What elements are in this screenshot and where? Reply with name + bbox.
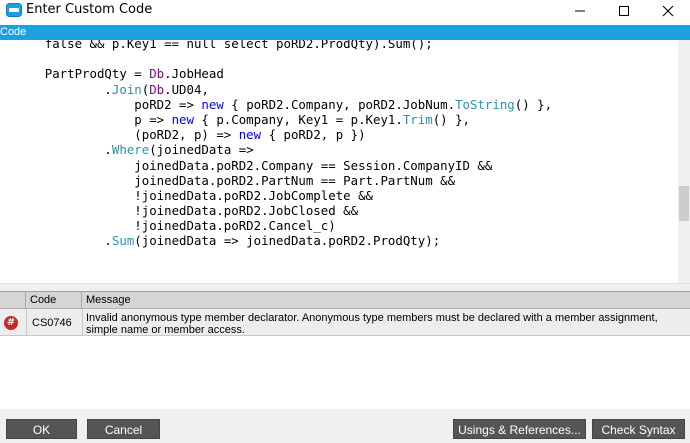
code-token: () }, [514,96,553,112]
code-token: { p.Company, Key1 = p.Key1. [193,111,403,127]
code-editor[interactable]: false && p.Key1 == null select poRD2.Pro… [0,40,678,283]
column-header-message[interactable]: Message [82,292,690,309]
vertical-scrollbar-thumb[interactable] [679,186,689,221]
code-token: ToString [455,96,515,112]
code-token: new [238,127,262,143]
error-hash-icon: # [4,316,18,330]
code-line[interactable]: false && p.Key1 == null select poRD2.Pro… [0,40,552,51]
usings-references-button[interactable]: Usings & References... [453,419,586,439]
code-token: new [201,96,224,112]
code-panel-header: Code [0,25,690,40]
error-row[interactable]: # CS0746 Invalid anonymous type member d… [0,309,690,336]
error-list-header: Code Message [0,292,690,309]
ok-button[interactable]: OK [6,419,77,439]
title-bar: Enter Custom Code [0,0,690,22]
code-token: Db [149,81,165,97]
code-line[interactable]: !joinedData.poRD2.JobClosed && [0,203,552,218]
minimize-icon [575,10,585,12]
column-divider [82,309,83,336]
code-token: Where [111,142,150,158]
error-list: Code Message # CS0746 Invalid anonymous … [0,291,690,409]
minimize-button[interactable] [560,0,600,22]
code-token: !joinedData.poRD2.JobComplete && [0,187,373,203]
code-token: (joinedData => [149,142,254,158]
code-token: false && p.Key1 == null select poRD2.Pro… [44,40,433,51]
code-lines[interactable]: false && p.Key1 == null select poRD2.Pro… [0,40,552,249]
code-token: (joinedData => joinedData.poRD2.ProdQty)… [134,233,441,249]
code-token: . [0,81,112,97]
code-token: () }, [432,111,470,127]
dialog-footer: OK Cancel Usings & References... Check S… [0,409,690,443]
code-line[interactable]: joinedData.poRD2.PartNum == Part.PartNum… [0,173,552,188]
code-token: !joinedData.poRD2.JobClosed && [0,203,359,219]
code-line[interactable]: (poRD2, p) => new { poRD2, p }) [0,127,552,142]
code-line[interactable]: p => new { p.Company, Key1 = p.Key1.Trim… [0,112,552,127]
code-line[interactable]: .Where(joinedData => [0,142,552,157]
error-message: Invalid anonymous type member declarator… [86,312,658,336]
code-line[interactable]: PartProdQty = Db.JobHead [0,66,552,81]
code-token: Join [111,81,142,97]
code-line[interactable]: joinedData.poRD2.Company == Session.Comp… [0,158,552,173]
error-code: CS0746 [32,317,72,329]
vertical-scrollbar[interactable] [678,40,690,283]
code-token: Db [149,66,165,82]
close-button[interactable] [648,0,688,22]
code-token: new [171,111,194,127]
code-line[interactable]: .Sum(joinedData => joinedData.poRD2.Prod… [0,233,552,248]
code-token: .UD04, [164,81,209,97]
code-token: . [0,233,112,249]
code-line[interactable]: .Join(Db.UD04, [0,82,552,97]
code-line[interactable]: poRD2 => new { poRD2.Company, poRD2.JobN… [0,97,552,112]
code-token: joinedData.poRD2.Company == Session.Comp… [0,157,493,173]
cancel-button[interactable]: Cancel [87,419,160,439]
code-token: { poRD2, p }) [261,127,366,143]
code-line[interactable]: !joinedData.poRD2.Cancel_c) [0,218,552,233]
code-token: !joinedData.poRD2.Cancel_c) [0,218,336,234]
check-syntax-button[interactable]: Check Syntax [592,419,685,439]
code-token: PartProdQty = [0,66,150,82]
horizontal-scrollbar[interactable] [0,283,690,291]
code-token: p => [0,111,172,127]
code-line[interactable]: !joinedData.poRD2.JobComplete && [0,188,552,203]
code-token: Sum [111,233,135,249]
code-token: Trim [402,111,433,127]
code-token: (poRD2, p) => [0,127,239,143]
column-divider [26,309,27,336]
app-dialog-icon [6,3,22,17]
code-line[interactable] [0,51,552,66]
maximize-button[interactable] [604,0,644,22]
column-header-icon[interactable] [0,292,26,309]
close-icon [662,5,674,17]
code-token: { poRD2.Company, poRD2.JobNum. [223,96,456,112]
code-token: . [0,142,112,158]
code-token: poRD2 => [0,96,202,112]
column-header-code[interactable]: Code [26,292,82,309]
code-token: .JobHead [164,66,224,82]
window-title: Enter Custom Code [26,2,153,17]
code-token: joinedData.poRD2.PartNum == Part.PartNum… [0,172,456,188]
maximize-icon [619,6,629,16]
